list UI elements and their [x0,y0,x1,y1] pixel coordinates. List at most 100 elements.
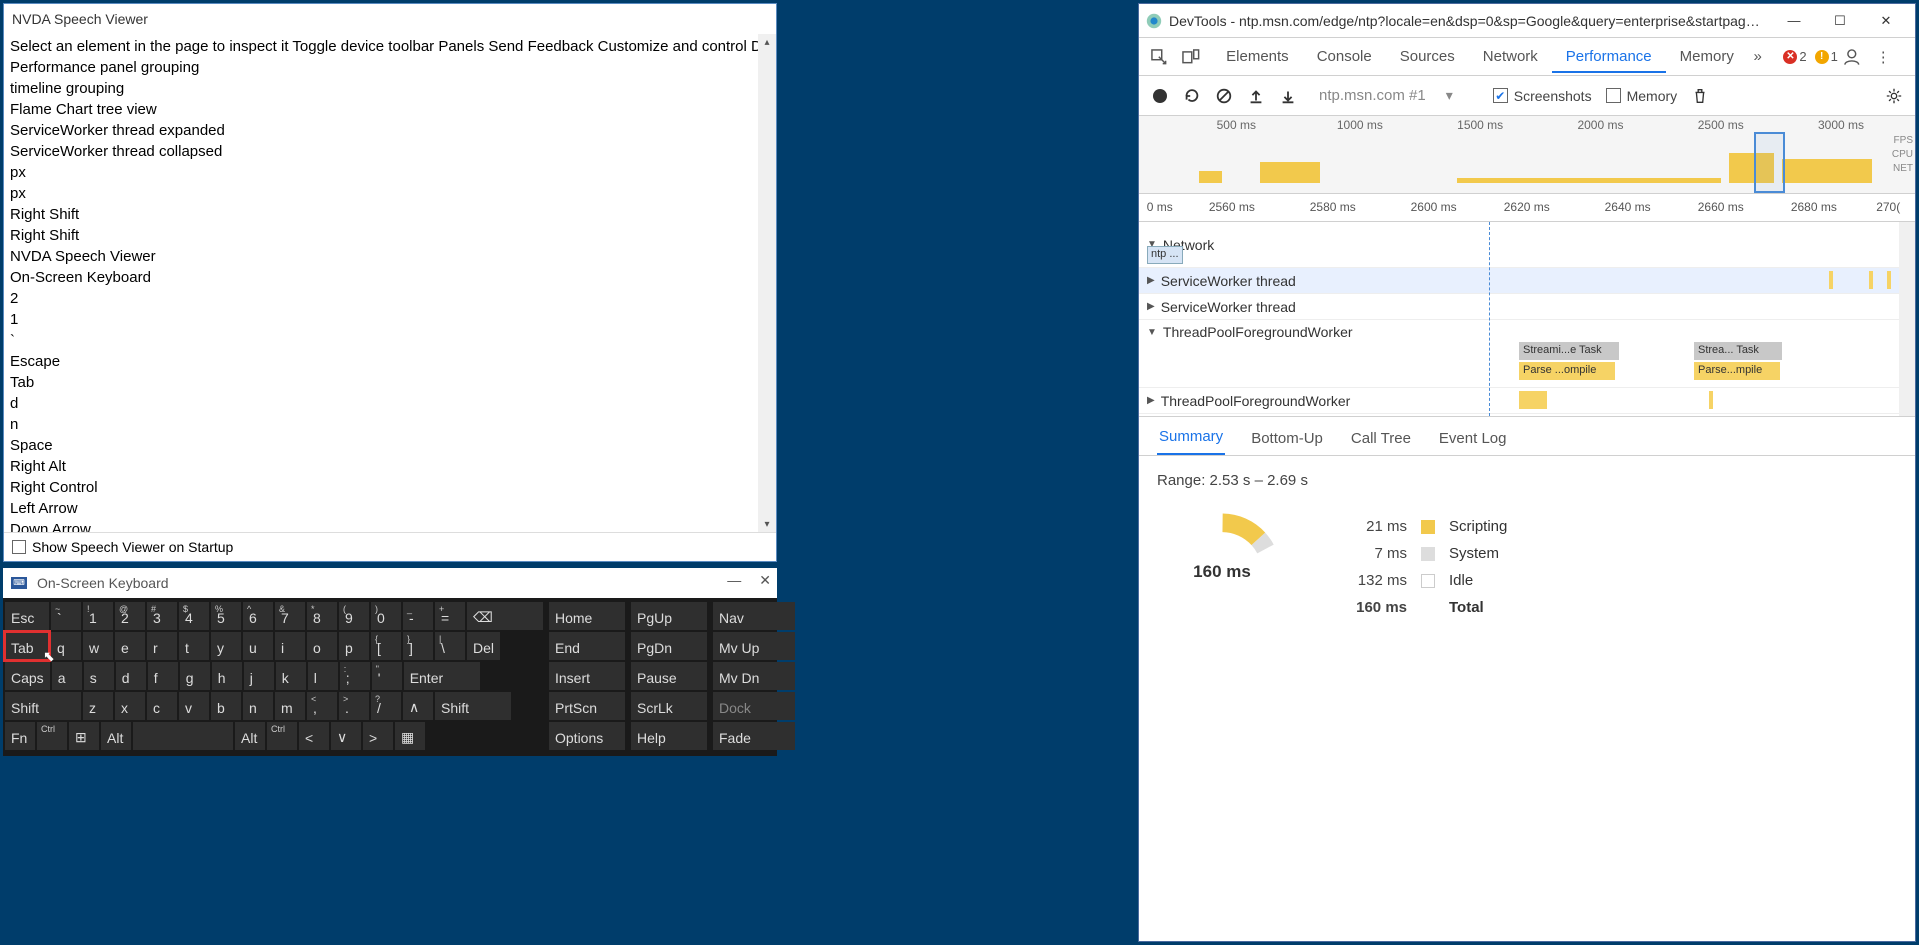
key-/[interactable]: ?/ [371,692,401,720]
tab-memory[interactable]: Memory [1666,40,1748,73]
key-b[interactable]: b [211,692,241,720]
tab-console[interactable]: Console [1303,40,1386,73]
key-e[interactable]: e [115,632,145,660]
key-shift[interactable]: Shift [435,692,511,720]
maximize-button[interactable]: ☐ [1817,6,1863,36]
key-z[interactable]: z [83,692,113,720]
key-enter[interactable]: Enter [404,662,480,690]
key-7[interactable]: &7 [275,602,305,630]
parse-block[interactable]: Parse...mpile [1694,362,1780,380]
tab-elements[interactable]: Elements [1212,40,1303,73]
download-button[interactable] [1279,87,1297,105]
device-toolbar-icon[interactable] [1181,47,1201,67]
subtab-event-log[interactable]: Event Log [1437,422,1509,455]
nvda-scrollbar[interactable]: ▴ ▾ [758,34,776,532]
key-8[interactable]: *8 [307,602,337,630]
key-p[interactable]: p [339,632,369,660]
errors-badge[interactable]: ✕2 [1783,49,1806,64]
key-<[interactable]: < [299,722,329,750]
close-button[interactable]: ✕ [1863,6,1909,36]
key-del[interactable]: Del [467,632,500,660]
key-end[interactable]: End [549,632,625,660]
key-esc[interactable]: Esc [5,602,49,630]
key-∧[interactable]: ∧ [403,692,433,720]
screenshots-checkbox[interactable]: ✔Screenshots [1493,88,1592,104]
key-pgdn[interactable]: PgDn [631,632,707,660]
key-\[interactable]: |\ [435,632,465,660]
key-0[interactable]: )0 [371,602,401,630]
inspect-icon[interactable] [1149,47,1169,67]
key-j[interactable]: j [244,662,274,690]
key-m[interactable]: m [275,692,305,720]
key-i[interactable]: i [275,632,305,660]
key-options[interactable]: Options [549,722,625,750]
key-`[interactable]: ~` [51,602,81,630]
clear-button[interactable] [1215,87,1233,105]
minimize-button[interactable]: — [1771,6,1817,36]
show-on-startup-checkbox[interactable] [12,540,26,554]
key-5[interactable]: %5 [211,602,241,630]
key-t[interactable]: t [179,632,209,660]
key-caps[interactable]: Caps [5,662,50,690]
subtab-bottom-up[interactable]: Bottom-Up [1249,422,1325,455]
timeline-overview[interactable]: 500 ms1000 ms1500 ms2000 ms2500 ms3000 m… [1139,116,1915,194]
key-nav[interactable]: Nav [713,602,795,630]
key-▦[interactable]: ▦ [395,722,425,750]
key-help[interactable]: Help [631,722,707,750]
close-button[interactable]: ✕ [759,572,771,589]
key-9[interactable]: (9 [339,602,369,630]
key-mvdn[interactable]: Mv Dn [713,662,795,690]
scroll-down-icon[interactable]: ▾ [759,516,775,532]
subtab-call-tree[interactable]: Call Tree [1349,422,1413,455]
key-n[interactable]: n [243,692,273,720]
key-y[interactable]: y [211,632,241,660]
key-,[interactable]: <, [307,692,337,720]
record-button[interactable] [1151,87,1169,105]
key->[interactable]: > [363,722,393,750]
upload-button[interactable] [1247,87,1265,105]
parse-block[interactable]: Parse ...ompile [1519,362,1615,380]
flame-scrollbar[interactable] [1899,222,1915,416]
key-s[interactable]: s [84,662,114,690]
key-g[interactable]: g [180,662,210,690]
key-shift[interactable]: Shift [5,692,81,720]
key-u[interactable]: u [243,632,273,660]
key-alt[interactable]: Alt [101,722,131,750]
key-d[interactable]: d [116,662,146,690]
key-k[interactable]: k [276,662,306,690]
key-w[interactable]: w [83,632,113,660]
key-tab[interactable]: Tab⬉ [5,632,49,660]
subtab-summary[interactable]: Summary [1157,420,1225,455]
key-c[interactable]: c [147,692,177,720]
key-4[interactable]: $4 [179,602,209,630]
key-6[interactable]: ^6 [243,602,273,630]
key-f[interactable]: f [148,662,178,690]
key-fn[interactable]: Fn [5,722,35,750]
key-x[interactable]: x [115,692,145,720]
task-block[interactable]: Streami...e Task [1519,342,1619,360]
key-q[interactable]: q [51,632,81,660]
settings-menu-icon[interactable]: ⋮ [1873,47,1893,67]
key-fade[interactable]: Fade [713,722,795,750]
key-o[interactable]: o [307,632,337,660]
key-prtscn[interactable]: PrtScn [549,692,625,720]
key--[interactable]: _- [403,602,433,630]
key-mvup[interactable]: Mv Up [713,632,795,660]
key-insert[interactable]: Insert [549,662,625,690]
timeline-ruler[interactable]: 0 ms2560 ms2580 ms2600 ms2620 ms2640 ms2… [1139,194,1915,222]
key-ctrl[interactable]: Ctrl [37,722,67,750]
key-pgup[interactable]: PgUp [631,602,707,630]
key-2[interactable]: @2 [115,602,145,630]
key-'[interactable]: "' [372,662,402,690]
key-ctrl[interactable]: Ctrl [267,722,297,750]
key-=[interactable]: += [435,602,465,630]
key-3[interactable]: #3 [147,602,177,630]
reload-button[interactable] [1183,87,1201,105]
recording-url[interactable]: ntp.msn.com #1 [1319,87,1426,104]
key-][interactable]: }] [403,632,433,660]
key-alt[interactable]: Alt [235,722,265,750]
key-∨[interactable]: ∨ [331,722,361,750]
key-⌫[interactable]: ⌫ [467,602,543,630]
network-request-item[interactable]: ntp ... [1147,246,1183,264]
key-dock[interactable]: Dock [713,692,795,720]
